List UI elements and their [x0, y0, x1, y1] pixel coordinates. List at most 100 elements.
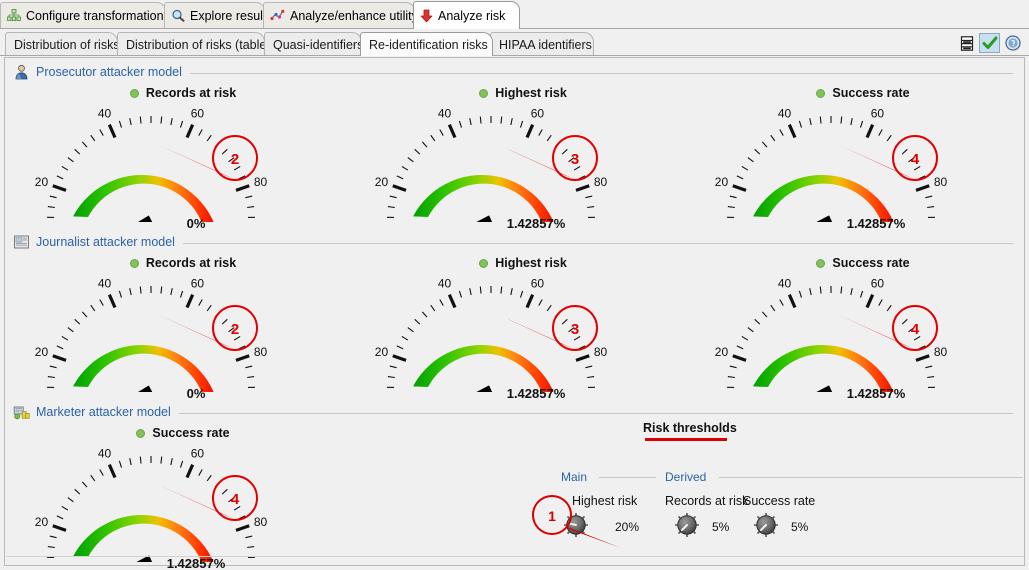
svg-text:60: 60 [191, 107, 205, 121]
svg-text:4: 4 [911, 321, 920, 338]
svg-text:60: 60 [531, 107, 545, 121]
subtab-label: Distribution of risks (table) [126, 37, 271, 52]
group-label-derived: Derived [665, 470, 707, 484]
svg-text:60: 60 [191, 447, 205, 461]
svg-text:80: 80 [254, 345, 268, 359]
gauge-value: 0% [186, 216, 206, 231]
gauge-title-wrap: Highest risk [363, 256, 683, 270]
svg-text:60: 60 [191, 277, 205, 291]
help-icon[interactable] [1002, 33, 1023, 53]
risk-thresholds-title: Risk thresholds [643, 421, 737, 435]
svg-text:60: 60 [531, 277, 545, 291]
risk-thresholds-underline [645, 438, 727, 441]
status-dot-icon [816, 88, 826, 98]
gauge-journalist-records-at-risk[interactable]: Records at risk 0204060801002 0% 2 [23, 256, 343, 452]
knob-value-records-at-risk: 5% [712, 520, 730, 534]
section-title: Marketer attacker model [36, 405, 171, 419]
gauge-graphic: 0204060801004 [715, 107, 948, 282]
gauge-prosecutor-highest-risk[interactable]: Highest risk 0204060801003 1.42857% 3 [363, 86, 683, 281]
svg-text:40: 40 [438, 107, 452, 121]
status-dot-icon [136, 428, 146, 438]
subtab-distribution-of-risks-table[interactable]: Distribution of risks (table) [117, 32, 271, 56]
person-icon [13, 64, 30, 80]
sub-tab-bar: Distribution of risks Distribution of ri… [0, 30, 1029, 57]
gauge-graphic: 0204060801002 [35, 277, 268, 452]
tab-label: Analyze risk [438, 8, 506, 23]
gauge-title-wrap: Success rate [23, 426, 343, 440]
svg-text:20: 20 [375, 345, 389, 359]
section-rule [182, 242, 1013, 244]
checkmark-icon[interactable] [979, 33, 1000, 53]
subtab-re-identification-risks[interactable]: Re-identification risks [360, 32, 493, 56]
newspaper-icon [13, 234, 30, 250]
status-dot-icon [129, 88, 139, 98]
subtab-label: Re-identification risks [369, 37, 488, 52]
gauge-value: 1.42857% [166, 556, 226, 570]
subtab-label: Quasi-identifiers [273, 37, 364, 52]
knob-label-records-at-risk: Records at risk [665, 494, 749, 508]
section-title: Prosecutor attacker model [36, 65, 182, 79]
sub-tab-divider [0, 55, 1029, 56]
gauge-value: 1.42857% [506, 216, 566, 231]
tab-label: Explore results [190, 8, 273, 23]
svg-text:80: 80 [594, 345, 608, 359]
gauge-value: 1.42857% [506, 386, 566, 401]
svg-text:40: 40 [98, 107, 112, 121]
gauge-title: Highest risk [495, 86, 567, 100]
knob-success-rate[interactable] [753, 512, 779, 538]
subtab-quasi-identifiers[interactable]: Quasi-identifiers [264, 32, 364, 56]
gauge-title-wrap: Records at risk [23, 86, 343, 100]
svg-text:20: 20 [35, 175, 49, 189]
tab-configure-transformation[interactable]: Configure transformation [0, 2, 166, 28]
svg-text:20: 20 [35, 345, 49, 359]
status-dot-icon [129, 258, 139, 268]
group-label-main: Main [561, 470, 588, 484]
tab-analyze-risk[interactable]: Analyze risk [413, 1, 520, 29]
subtab-label: Distribution of risks [14, 37, 120, 52]
section-rule [189, 72, 1013, 74]
threshold-callout-1-label: 1 [548, 508, 556, 524]
section-header-journalist: Journalist attacker model [13, 233, 1013, 251]
section-title: Journalist attacker model [36, 235, 175, 249]
svg-text:20: 20 [375, 175, 389, 189]
svg-text:40: 40 [778, 107, 792, 121]
svg-text:4: 4 [231, 491, 240, 508]
gauge-graphic: 0204060801004 [35, 447, 268, 570]
gauge-journalist-highest-risk[interactable]: Highest risk 0204060801003 1.42857% 3 [363, 256, 683, 452]
section-rule [178, 412, 1013, 414]
svg-text:40: 40 [778, 277, 792, 291]
svg-text:60: 60 [871, 277, 885, 291]
gauge-graphic: 0204060801004 [715, 277, 948, 452]
red-down-arrow-icon [420, 9, 433, 23]
gauge-title-wrap: Highest risk [363, 86, 683, 100]
group-rule-main [599, 477, 656, 478]
gauge-prosecutor-records-at-risk[interactable]: Records at risk 0204060801002 0% 2 [23, 86, 343, 281]
knob-records-at-risk[interactable] [674, 512, 700, 538]
table-view-icon[interactable] [956, 33, 977, 53]
section-header-prosecutor: Prosecutor attacker model [13, 63, 1013, 81]
svg-text:80: 80 [594, 175, 608, 189]
gauge-journalist-success-rate[interactable]: Success rate 0204060801004 1.42857% 4 [703, 256, 1023, 452]
gauge-title-wrap: Success rate [703, 86, 1023, 100]
subtab-distribution-of-risks[interactable]: Distribution of risks [5, 32, 120, 56]
gauge-marketer-success-rate[interactable]: Success rate 0204060801004 1.42857% 4 [23, 426, 343, 570]
gauge-title: Success rate [832, 86, 910, 100]
gauge-prosecutor-success-rate[interactable]: Success rate 0204060801004 1.42857% 4 [703, 86, 1023, 282]
svg-text:40: 40 [438, 277, 452, 291]
svg-text:2: 2 [231, 151, 239, 168]
marketer-icon [13, 404, 30, 420]
tab-explore-results[interactable]: Explore results [164, 2, 273, 28]
svg-text:20: 20 [715, 175, 729, 189]
subtab-label: HIPAA identifiers [499, 37, 592, 52]
threshold-callout-1: 1 [532, 495, 621, 548]
svg-text:4: 4 [911, 151, 920, 168]
status-dot-icon [479, 88, 489, 98]
gauge-value: 0% [186, 386, 206, 401]
subtab-hipaa-identifiers[interactable]: HIPAA identifiers [490, 32, 594, 56]
gauge-graphic: 0204060801003 [375, 277, 608, 452]
gauge-value: 1.42857% [846, 386, 906, 401]
tab-label: Configure transformation [26, 8, 164, 23]
view-toolbar [956, 33, 1023, 53]
gauge-title: Records at risk [145, 86, 237, 100]
tab-analyze-enhance-utility[interactable]: Analyze/enhance utility [263, 2, 418, 28]
